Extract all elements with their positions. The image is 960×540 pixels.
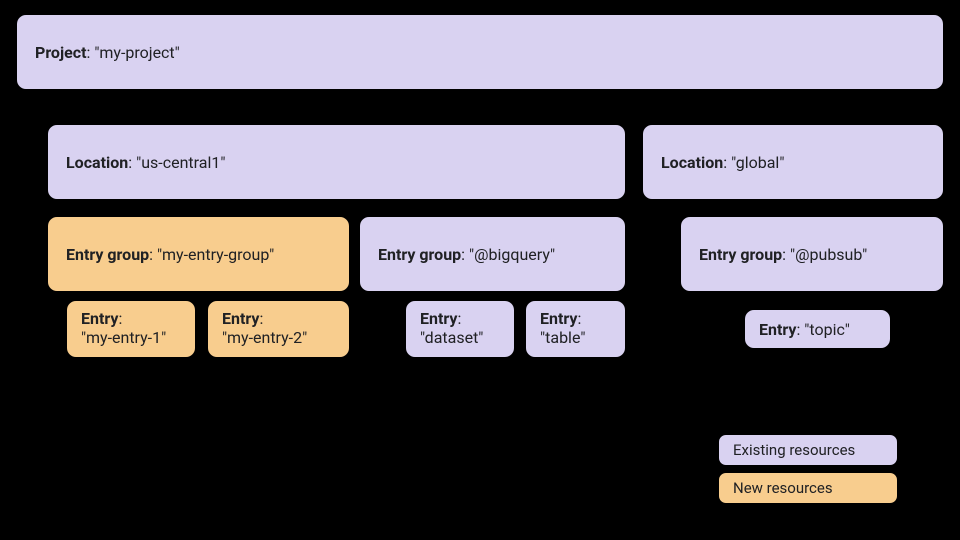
legend-new: New resources bbox=[718, 472, 898, 504]
location-text: Location: "global" bbox=[661, 153, 784, 172]
entry-my-entry-2-box: Entry:"my-entry-2" bbox=[207, 300, 350, 358]
entry-text: Entry: "topic" bbox=[759, 320, 850, 339]
entry-group-text: Entry group: "@bigquery" bbox=[378, 245, 555, 264]
entry-group-pubsub-box: Entry group: "@pubsub" bbox=[680, 216, 944, 292]
entry-topic-box: Entry: "topic" bbox=[744, 309, 891, 349]
location-text: Location: "us-central1" bbox=[66, 153, 225, 172]
project-box: Project: "my-project" bbox=[16, 14, 944, 90]
location-global-box: Location: "global" bbox=[642, 124, 944, 200]
location-us-central1-box: Location: "us-central1" bbox=[47, 124, 626, 200]
project-text: Project: "my-project" bbox=[35, 43, 180, 62]
entry-text: Entry:"dataset" bbox=[420, 309, 483, 347]
entry-dataset-box: Entry:"dataset" bbox=[405, 300, 515, 358]
entry-text: Entry:"my-entry-2" bbox=[222, 309, 307, 347]
entry-my-entry-1-box: Entry:"my-entry-1" bbox=[66, 300, 196, 358]
entry-text: Entry:"my-entry-1" bbox=[81, 309, 166, 347]
legend-existing: Existing resources bbox=[718, 434, 898, 466]
entry-group-text: Entry group: "my-entry-group" bbox=[66, 245, 274, 264]
entry-text: Entry:"table" bbox=[540, 309, 585, 347]
entry-group-text: Entry group: "@pubsub" bbox=[699, 245, 867, 264]
entry-group-bigquery-box: Entry group: "@bigquery" bbox=[359, 216, 626, 292]
entry-table-box: Entry:"table" bbox=[525, 300, 626, 358]
entry-group-my-entry-group-box: Entry group: "my-entry-group" bbox=[47, 216, 350, 292]
